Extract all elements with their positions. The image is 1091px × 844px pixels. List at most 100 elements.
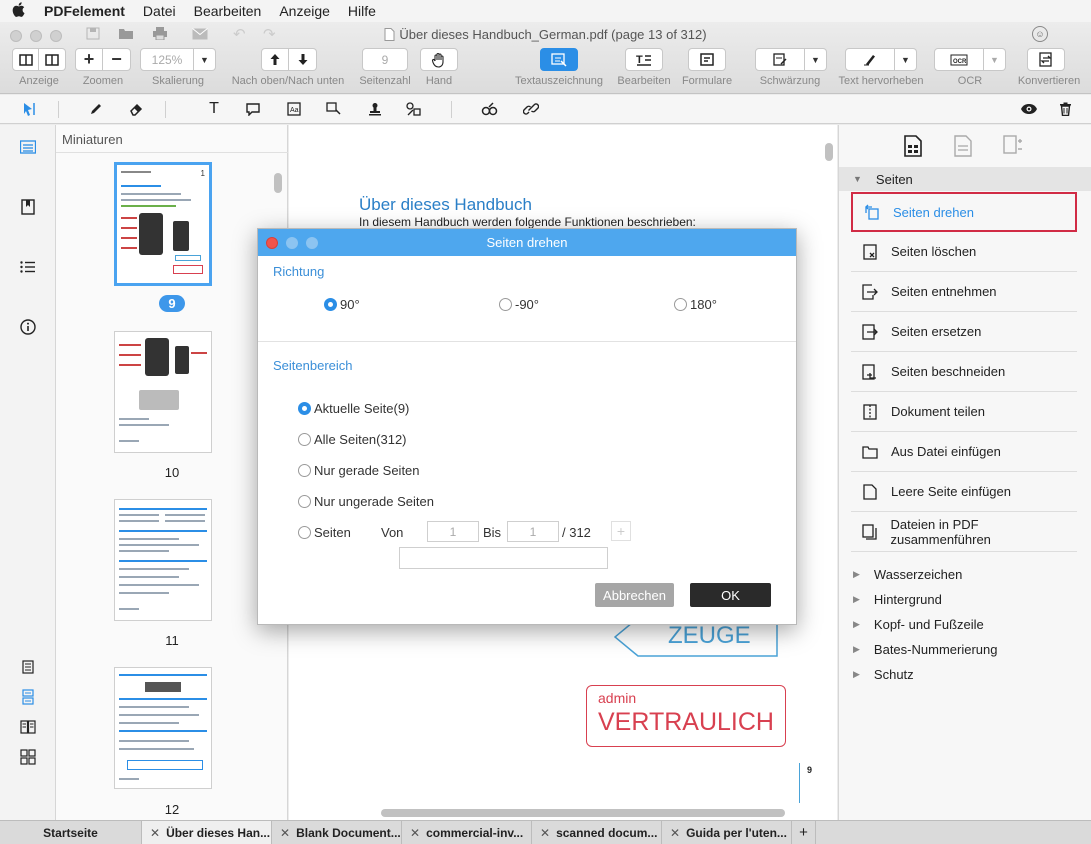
replace-pages-item[interactable]: Seiten ersetzen (851, 312, 1077, 352)
single-page-view-button[interactable] (12, 48, 39, 71)
thumbnail-page-9[interactable]: 1 (114, 162, 212, 286)
thumbnail-page-11[interactable] (114, 499, 212, 621)
watermark-section[interactable]: ▶ Wasserzeichen (853, 567, 962, 582)
page-number-input[interactable]: 9 (362, 48, 408, 71)
add-tab-button[interactable]: + (792, 821, 816, 844)
insert-blank-page-item[interactable]: Leere Seite einfügen (851, 472, 1077, 512)
edit-button[interactable]: T (625, 48, 663, 71)
close-tab-icon[interactable]: ✕ (280, 826, 290, 840)
cancel-button[interactable]: Abbrechen (595, 583, 674, 607)
extract-pages-item[interactable]: Seiten entnehmen (851, 272, 1077, 312)
highlight-dropdown-button[interactable]: ▼ (895, 48, 917, 71)
pen-icon[interactable] (86, 100, 106, 118)
redact-button[interactable] (755, 48, 805, 71)
hand-tool-button[interactable] (420, 48, 458, 71)
from-page-input[interactable]: 1 (427, 521, 479, 542)
menu-anzeige[interactable]: Anzeige (279, 3, 330, 19)
document-horizontal-scrollbar[interactable] (381, 809, 785, 817)
tab-commercial-invoice[interactable]: ✕ commercial-inv... (402, 821, 532, 844)
range-all-pages-radio[interactable]: Alle Seiten(312) (298, 432, 407, 447)
zoom-out-button[interactable]: − (103, 48, 131, 71)
split-document-item[interactable]: Dokument teilen (851, 392, 1077, 432)
dialog-close-button[interactable] (266, 237, 278, 249)
select-cursor-icon[interactable] (19, 100, 39, 118)
insert-from-file-item[interactable]: Aus Datei einfügen (851, 432, 1077, 472)
link-icon[interactable] (521, 100, 541, 118)
grid-layout-icon[interactable] (18, 747, 38, 767)
continuous-layout-icon[interactable] (18, 687, 38, 707)
tab-guida[interactable]: ✕ Guida per l'uten... (662, 821, 792, 844)
menu-hilfe[interactable]: Hilfe (348, 3, 376, 19)
document-vertical-scrollbar[interactable] (825, 143, 833, 161)
tab-start[interactable]: Startseite (0, 821, 142, 844)
attachment-icon[interactable] (480, 100, 500, 118)
facing-layout-icon[interactable] (18, 717, 38, 737)
bookmark-icon[interactable] (18, 197, 38, 217)
thumbnail-page-12[interactable] (114, 667, 212, 789)
stamp-icon[interactable] (365, 100, 385, 118)
shapes-icon[interactable] (404, 100, 424, 118)
pages-section-header[interactable]: ▼ Seiten (839, 167, 1091, 191)
direction-90-radio[interactable]: 90° (324, 297, 360, 312)
crop-tools-icon[interactable] (1001, 133, 1025, 159)
close-tab-icon[interactable]: ✕ (540, 826, 550, 840)
page-down-button[interactable] (289, 48, 317, 71)
apple-icon[interactable] (12, 2, 32, 20)
direction-180-radio[interactable]: 180° (674, 297, 717, 312)
custom-range-input[interactable] (399, 547, 608, 569)
header-footer-section[interactable]: ▶ Kopf- und Fußzeile (853, 617, 984, 632)
forms-button[interactable] (688, 48, 726, 71)
menu-bearbeiten[interactable]: Bearbeiten (194, 3, 262, 19)
page-up-button[interactable] (261, 48, 289, 71)
close-tab-icon[interactable]: ✕ (150, 826, 160, 840)
to-page-input[interactable]: 1 (507, 521, 559, 542)
two-page-view-button[interactable] (39, 48, 66, 71)
comment-icon[interactable] (243, 100, 263, 118)
thumbnail-page-10[interactable] (114, 331, 212, 453)
text-tool-icon[interactable]: T (204, 100, 224, 118)
scale-select[interactable]: 125% (140, 48, 194, 71)
delete-pages-item[interactable]: Seiten löschen (851, 232, 1077, 272)
thumbnail-scrollbar[interactable] (274, 173, 282, 193)
text-markup-button[interactable] (540, 48, 578, 71)
range-even-pages-radio[interactable]: Nur gerade Seiten (298, 463, 420, 478)
merge-files-item[interactable]: Dateien in PDF zusammenführen (851, 512, 1077, 552)
eraser-icon[interactable] (126, 100, 146, 118)
convert-button[interactable] (1027, 48, 1065, 71)
eye-icon[interactable] (1019, 100, 1039, 118)
range-odd-pages-radio[interactable]: Nur ungerade Seiten (298, 494, 434, 509)
add-range-button[interactable]: + (611, 521, 631, 541)
app-name-menu[interactable]: PDFelement (44, 3, 125, 19)
bates-numbering-section[interactable]: ▶ Bates-Nummerierung (853, 642, 997, 657)
thumbnails-icon[interactable] (18, 137, 38, 157)
ok-button[interactable]: OK (690, 583, 771, 607)
direction-minus90-radio[interactable]: -90° (499, 297, 539, 312)
close-tab-icon[interactable]: ✕ (670, 826, 680, 840)
redact-dropdown-button[interactable]: ▼ (805, 48, 827, 71)
scale-dropdown-button[interactable]: ▼ (194, 48, 216, 71)
document-properties-icon[interactable] (951, 133, 975, 159)
info-icon[interactable] (18, 317, 38, 337)
ocr-button[interactable]: OCR (934, 48, 984, 71)
tab-handbook[interactable]: ✕ Über dieses Han... (142, 821, 272, 844)
tab-scanned-document[interactable]: ✕ scanned docum... (532, 821, 662, 844)
confidential-stamp[interactable]: admin VERTRAULICH (586, 685, 786, 747)
callout-icon[interactable] (324, 100, 344, 118)
crop-pages-item[interactable]: Seiten beschneiden (851, 352, 1077, 392)
close-tab-icon[interactable]: ✕ (410, 826, 420, 840)
highlight-button[interactable] (845, 48, 895, 71)
background-section[interactable]: ▶ Hintergrund (853, 592, 942, 607)
zoom-in-button[interactable]: + (75, 48, 103, 71)
range-custom-pages-radio[interactable]: Seiten (298, 525, 351, 540)
tab-blank-document[interactable]: ✕ Blank Document... (272, 821, 402, 844)
ocr-dropdown-button[interactable]: ▼ (984, 48, 1006, 71)
trash-icon[interactable] (1055, 100, 1075, 118)
menu-datei[interactable]: Datei (143, 3, 176, 19)
single-page-layout-icon[interactable] (18, 657, 38, 677)
outline-list-icon[interactable] (18, 257, 38, 277)
range-current-page-radio[interactable]: Aktuelle Seite(9) (298, 401, 409, 416)
textbox-icon[interactable]: Aa (284, 100, 304, 118)
rotate-pages-item[interactable]: Seiten drehen (851, 192, 1077, 232)
account-icon[interactable]: ☺ (1032, 26, 1048, 42)
page-tools-icon[interactable] (901, 133, 925, 159)
